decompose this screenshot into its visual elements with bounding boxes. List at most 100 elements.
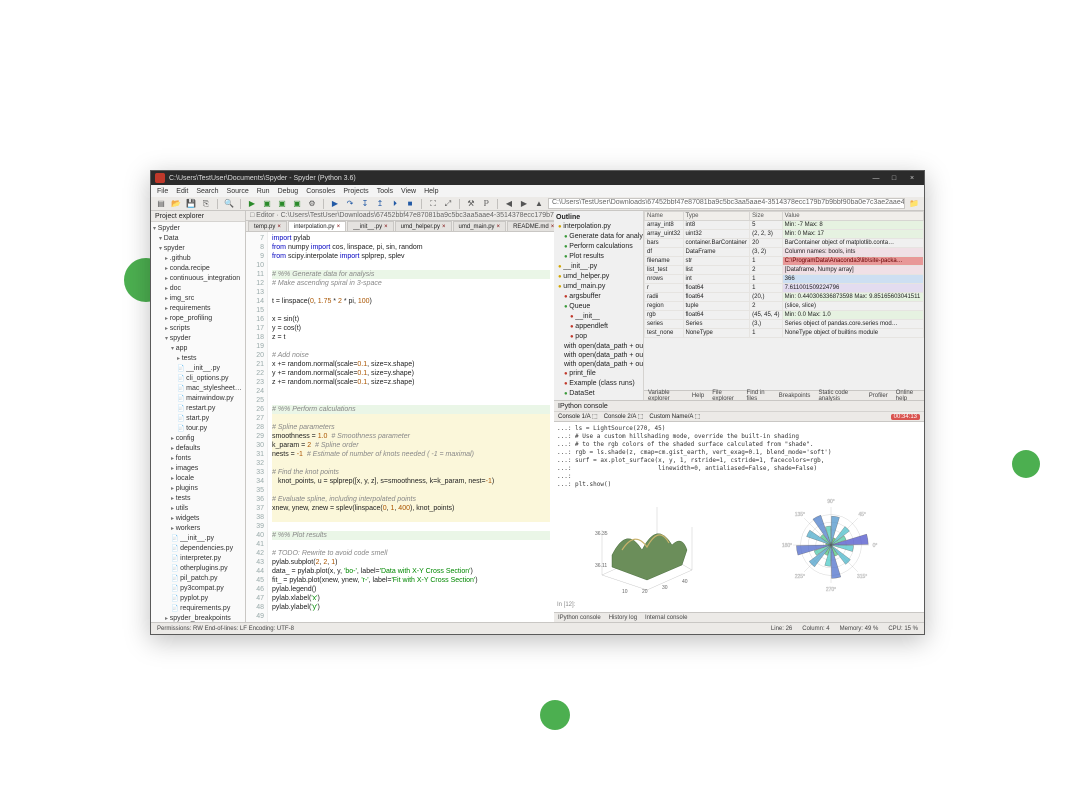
tree-item[interactable]: workers: [153, 524, 243, 534]
variable-row[interactable]: array_int8int85Min: -7 Max: 8: [645, 221, 924, 230]
tree-item[interactable]: otherplugins.py: [153, 564, 243, 574]
variable-explorer-bottom-tabs[interactable]: Variable explorer Help File explorer Find i…: [644, 390, 924, 400]
tree-item[interactable]: __init__.py: [153, 364, 243, 374]
debug-icon[interactable]: ▶: [329, 198, 341, 210]
tree-item[interactable]: mainwindow.py: [153, 394, 243, 404]
tree-item[interactable]: conda.recipe: [153, 264, 243, 274]
editor-tab[interactable]: temp.py×: [248, 221, 287, 231]
menu-consoles[interactable]: Consoles: [306, 188, 335, 195]
tree-item[interactable]: images: [153, 464, 243, 474]
ipython-body[interactable]: ...: ls = LightSource(270, 45) ...: # Us…: [554, 422, 924, 612]
outline-item[interactable]: Plot results: [556, 252, 641, 262]
editor-tab[interactable]: __init__.py×: [347, 221, 394, 231]
menu-source[interactable]: Source: [227, 188, 249, 195]
menu-view[interactable]: View: [401, 188, 416, 195]
cwd-up-icon[interactable]: ▲: [533, 198, 545, 210]
continue-icon[interactable]: ⏵: [389, 198, 401, 210]
tree-item[interactable]: app: [153, 344, 243, 354]
console-tab[interactable]: Console 1/A ⬚: [558, 413, 598, 420]
close-icon[interactable]: ×: [442, 224, 446, 230]
variable-row[interactable]: seriesSeries(3,)Series object of pandas.…: [645, 320, 924, 329]
bottom-tab[interactable]: File explorer: [712, 390, 738, 402]
step-over-icon[interactable]: ↷: [344, 198, 356, 210]
tree-item[interactable]: tour.py: [153, 424, 243, 434]
save-icon[interactable]: 💾: [185, 198, 197, 210]
variable-row[interactable]: rfloat6417.611001509224796: [645, 284, 924, 293]
menu-tools[interactable]: Tools: [377, 188, 393, 195]
fullscreen-icon[interactable]: ⤢: [442, 198, 454, 210]
tree-item[interactable]: spyder_breakpoints: [153, 614, 243, 622]
outline-item[interactable]: with open(data_path + output_file_n…: [556, 342, 641, 351]
open-file-icon[interactable]: 📂: [170, 198, 182, 210]
tree-item[interactable]: widgets: [153, 514, 243, 524]
stop-debug-icon[interactable]: ■: [404, 198, 416, 210]
outline-item[interactable]: __init__.py: [556, 262, 641, 272]
outline-item[interactable]: Queue: [556, 302, 641, 312]
maximize-button[interactable]: □: [886, 172, 902, 184]
run-config-icon[interactable]: ⚙: [306, 198, 318, 210]
tree-item[interactable]: locale: [153, 474, 243, 484]
run-icon[interactable]: ▶: [246, 198, 258, 210]
code-editor[interactable]: 7891011121314151617181920212223242526272…: [246, 232, 554, 622]
menu-run[interactable]: Run: [257, 188, 270, 195]
menu-help[interactable]: Help: [424, 188, 438, 195]
variable-row[interactable]: dfDataFrame(3, 2)Column names: bools, in…: [645, 248, 924, 257]
bottom-tab[interactable]: Breakpoints: [779, 393, 811, 399]
close-icon[interactable]: ×: [384, 224, 388, 230]
close-button[interactable]: ×: [904, 172, 920, 184]
bottom-tab[interactable]: Internal console: [645, 615, 687, 621]
tree-item[interactable]: pyplot.py: [153, 594, 243, 604]
maximize-pane-icon[interactable]: ⛶: [427, 198, 439, 210]
cwd-browse-icon[interactable]: 📁: [908, 198, 920, 210]
tree-item[interactable]: requirements: [153, 304, 243, 314]
outline-item[interactable]: Generate data for analysis: [556, 232, 641, 242]
tree-item[interactable]: doc: [153, 284, 243, 294]
outline-item[interactable]: argsbuffer: [556, 292, 641, 302]
ipython-console-tabs[interactable]: Console 1/A ⬚Console 2/A ⬚Custom Name/A …: [554, 412, 924, 422]
titlebar[interactable]: C:\Users\TestUser\Documents\Spyder - Spy…: [151, 171, 924, 185]
variable-row[interactable]: nrowsint1366: [645, 275, 924, 284]
close-icon[interactable]: ×: [497, 224, 501, 230]
tree-item[interactable]: continuous_integration: [153, 274, 243, 284]
bottom-tab[interactable]: Online help: [896, 390, 920, 402]
tree-item[interactable]: spyder: [153, 334, 243, 344]
bottom-tab[interactable]: Find in files: [747, 390, 771, 402]
tree-item[interactable]: pil_patch.py: [153, 574, 243, 584]
variable-row[interactable]: radiifloat64(20,)Min: 0.440306336873598 …: [645, 293, 924, 302]
outline-pane[interactable]: Outlineinterpolation.pyGenerate data for…: [554, 211, 644, 400]
outline-item[interactable]: interpolation.py: [556, 222, 641, 232]
outline-item[interactable]: umd_helper.py: [556, 272, 641, 282]
variable-row[interactable]: test_noneNoneType1NoneType object of bui…: [645, 329, 924, 338]
ipython-prompt[interactable]: In [12]:: [557, 601, 921, 609]
menu-search[interactable]: Search: [196, 188, 218, 195]
tree-item[interactable]: dependencies.py: [153, 544, 243, 554]
tree-item[interactable]: defaults: [153, 444, 243, 454]
tree-item[interactable]: img_src: [153, 294, 243, 304]
outline-item[interactable]: DataSet: [556, 389, 641, 399]
outline-item[interactable]: with open(data_path + output_file_n…: [556, 351, 641, 360]
tree-item[interactable]: mac_stylesheet.qss: [153, 384, 243, 394]
tree-item[interactable]: rope_profiling: [153, 314, 243, 324]
bottom-tab[interactable]: Help: [692, 393, 704, 399]
close-icon[interactable]: ×: [277, 224, 281, 230]
console-tab[interactable]: Console 2/A ⬚: [604, 413, 644, 420]
cwd-forward-icon[interactable]: ▶: [518, 198, 530, 210]
bottom-tab[interactable]: IPython console: [558, 615, 601, 621]
bottom-tab[interactable]: Profiler: [869, 393, 888, 399]
tree-item[interactable]: start.py: [153, 414, 243, 424]
editor-tab[interactable]: README.md×: [507, 221, 554, 231]
menu-debug[interactable]: Debug: [278, 188, 299, 195]
editor-tab[interactable]: umd_helper.py×: [395, 221, 452, 231]
bottom-tab[interactable]: History log: [609, 615, 637, 621]
main-toolbar[interactable]: ▤ 📂 💾 ⎘ 🔍 ▶ ▣ ▣ ▣ ⚙ ▶ ↷ ↧ ↥ ⏵ ■ ⛶ ⤢ ⚒ ℙ …: [151, 197, 924, 211]
step-out-icon[interactable]: ↥: [374, 198, 386, 210]
bottom-tab[interactable]: Static code analysis: [818, 390, 860, 402]
cwd-path[interactable]: C:\Users\TestUser\Downloads\67452bbf47e8…: [548, 198, 905, 209]
tree-item[interactable]: py3compat.py: [153, 584, 243, 594]
tree-item[interactable]: spyder: [153, 244, 243, 254]
editor-tabs[interactable]: temp.py×interpolation.py×__init__.py×umd…: [246, 221, 554, 232]
bottom-tab[interactable]: Variable explorer: [648, 390, 684, 402]
step-into-icon[interactable]: ↧: [359, 198, 371, 210]
editor-tab[interactable]: interpolation.py×: [288, 221, 346, 231]
tree-item[interactable]: requirements.py: [153, 604, 243, 614]
